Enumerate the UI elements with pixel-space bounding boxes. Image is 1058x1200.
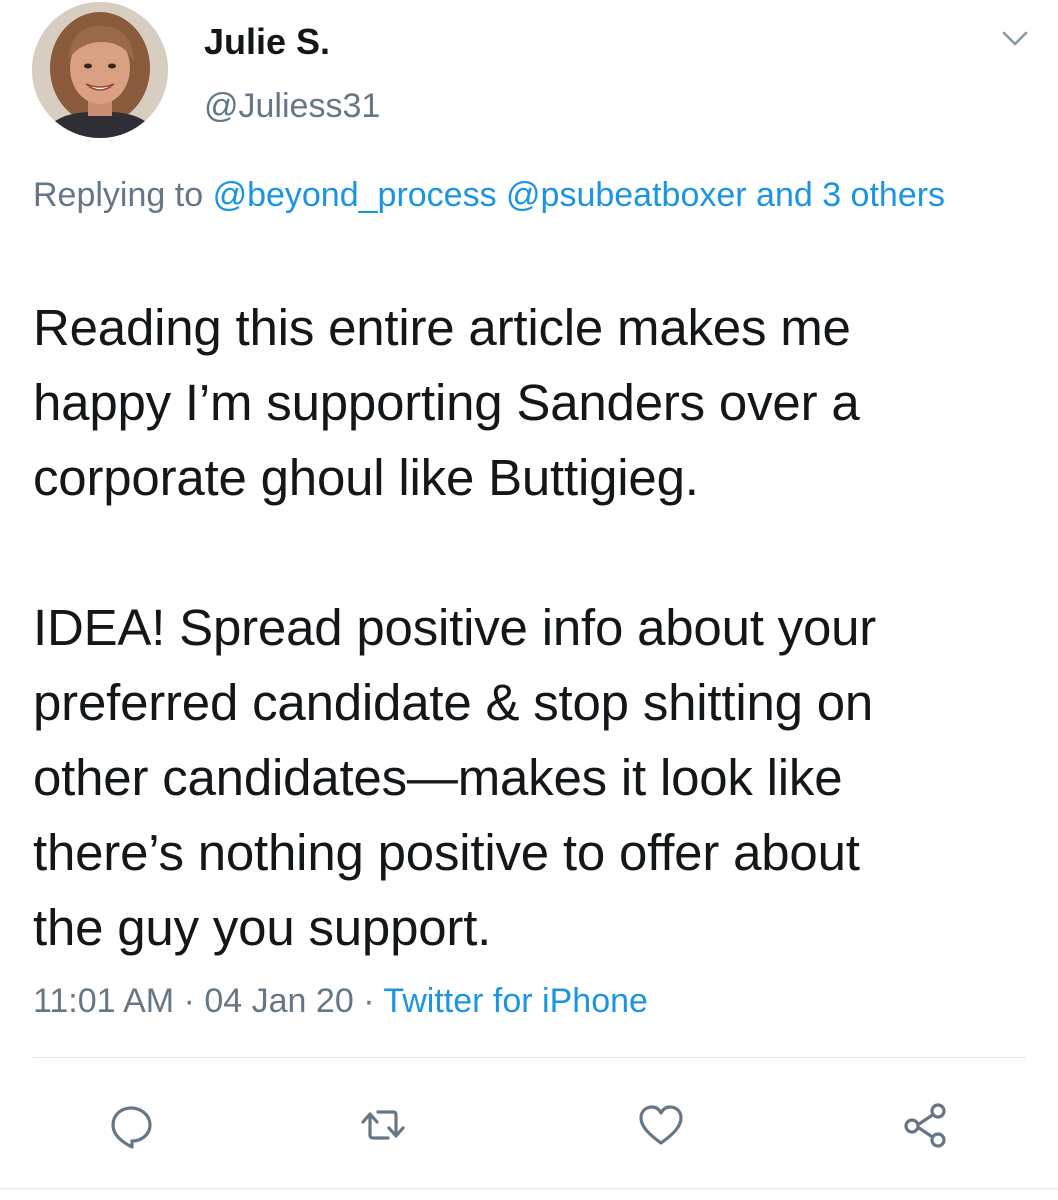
meta-separator: · — [183, 982, 195, 1020]
user-handle[interactable]: @Juliess31 — [204, 84, 380, 128]
share-icon[interactable] — [901, 1100, 951, 1150]
tweet-paragraph: IDEA! Spread positive info about your pr… — [33, 599, 877, 956]
replying-prefix: Replying to — [33, 176, 204, 214]
bottom-divider — [0, 1188, 1058, 1189]
heart-icon[interactable] — [636, 1100, 686, 1150]
tweet-time: 11:01 AM — [33, 982, 175, 1020]
tweet-date: 04 Jan 20 — [204, 982, 354, 1020]
divider — [33, 1057, 1026, 1058]
tweet-source-link[interactable]: Twitter for iPhone — [383, 982, 648, 1020]
tweet-text: Reading this entire article makes me hap… — [33, 290, 1043, 965]
tweet-meta: 11:01 AM · 04 Jan 20 · Twitter for iPhon… — [33, 974, 648, 1028]
meta-separator: · — [363, 982, 375, 1020]
replying-to-line: Replying to @beyond_process @psubeatboxe… — [33, 168, 1023, 222]
avatar[interactable] — [32, 2, 168, 138]
reply-mentions-link[interactable]: @beyond_process @psubeatboxer and 3 othe… — [213, 176, 946, 214]
tweet-paragraph: Reading this entire article makes me hap… — [33, 299, 860, 506]
chevron-down-icon[interactable] — [998, 26, 1032, 52]
reply-icon[interactable] — [106, 1100, 156, 1150]
retweet-icon[interactable] — [358, 1100, 408, 1150]
display-name[interactable]: Julie S. — [204, 20, 330, 64]
